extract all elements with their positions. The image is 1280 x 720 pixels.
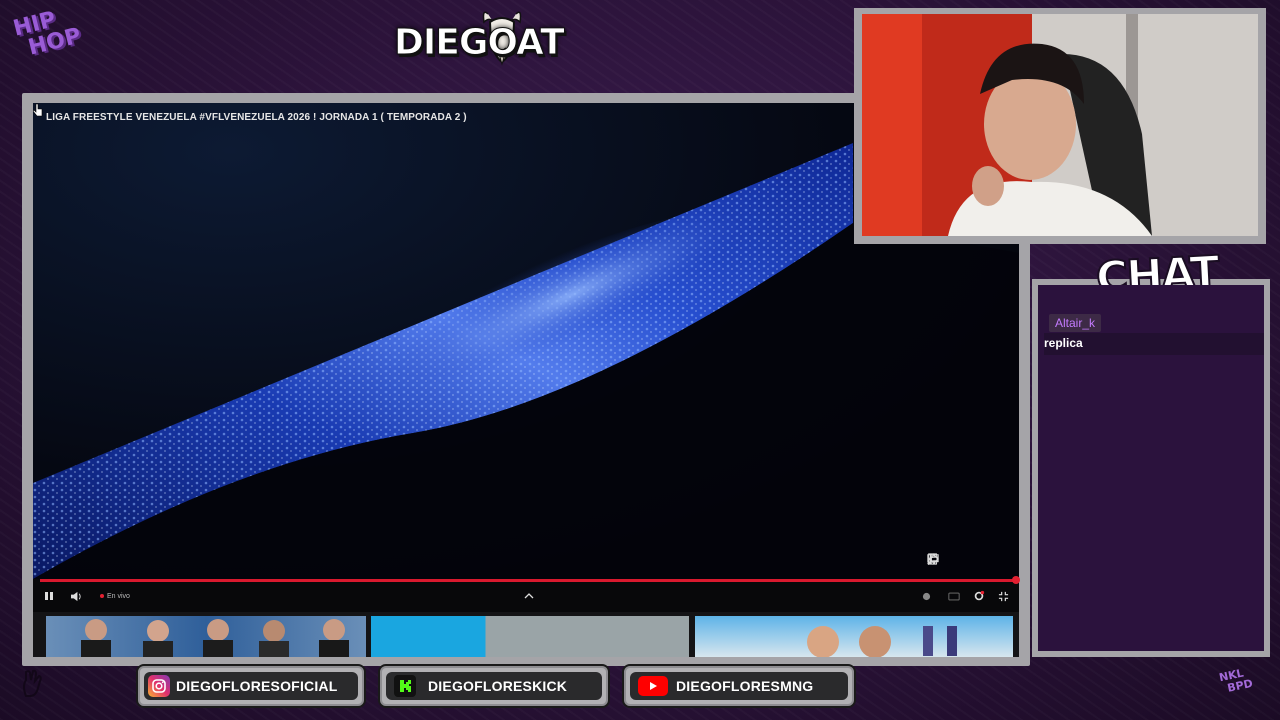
dislike-icon[interactable] (928, 553, 965, 567)
video-title: LIGA FREESTYLE VENEZUELA #VFLVENEZUELA 2… (46, 112, 467, 123)
youtube-icon (638, 676, 668, 696)
share-icon[interactable] (927, 553, 1013, 567)
live-indicator[interactable]: En vivo (100, 589, 130, 603)
chat-username: Altair_k (1049, 314, 1102, 332)
webcam-scene (862, 14, 1258, 236)
instagram-icon (148, 675, 170, 697)
settings-icon[interactable] (973, 589, 985, 603)
related-video-thumbnail[interactable] (371, 616, 689, 657)
chat-message-text: replica (1044, 333, 1264, 355)
player-controls: En vivo (33, 576, 1020, 612)
progress-handle[interactable] (1012, 576, 1020, 584)
autoplay-toggle[interactable] (922, 589, 931, 603)
hand-cursor-icon (33, 103, 43, 117)
volume-icon[interactable] (70, 589, 83, 603)
hiphop-graffiti-logo: HIP HOP (10, 7, 84, 61)
related-video-thumbnail[interactable] (695, 616, 1013, 657)
progress-bar[interactable] (40, 576, 1020, 584)
kick-badge: DIEGOFLORESKICK (378, 664, 610, 708)
chevron-up-icon[interactable] (524, 589, 534, 603)
video-actions (927, 553, 1013, 567)
live-label: En vivo (107, 592, 130, 600)
hand-sign-icon (23, 669, 42, 697)
comment-icon[interactable] (927, 553, 989, 567)
chat-panel: Altair_k replica (1038, 285, 1264, 651)
captions-icon[interactable] (948, 589, 960, 603)
diegoat-logo: DIEGOAT (394, 8, 566, 70)
pause-icon[interactable] (44, 589, 54, 603)
kick-icon (394, 675, 416, 697)
kick-handle: DIEGOFLORESKICK (428, 678, 568, 694)
related-video-thumbnail[interactable] (46, 616, 366, 657)
instagram-handle: DIEGOFLORESOFICIAL (176, 678, 338, 694)
fullscreen-exit-icon[interactable] (998, 589, 1009, 603)
related-videos (33, 612, 1019, 657)
instagram-badge: DIEGOFLORESOFICIAL (136, 664, 366, 708)
youtube-badge: DIEGOFLORESMNG (622, 664, 856, 708)
webcam-feed (862, 14, 1258, 236)
chat-message: Altair_k replica (1044, 313, 1264, 355)
youtube-handle: DIEGOFLORESMNG (676, 678, 814, 694)
graffiti-tag: NKL BPD (1217, 666, 1254, 695)
live-dot (100, 594, 104, 598)
